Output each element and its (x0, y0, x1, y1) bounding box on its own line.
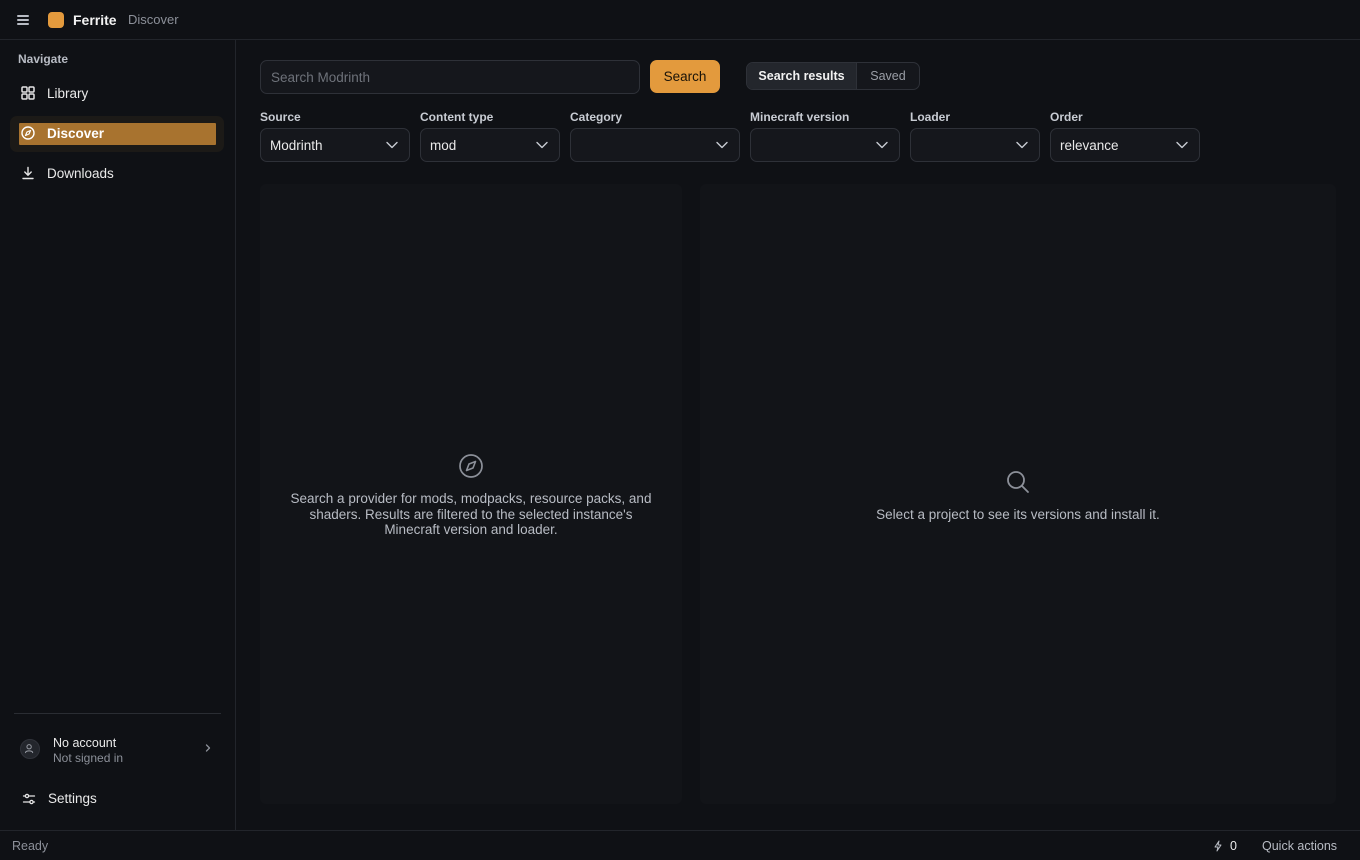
content-type-select[interactable]: mod (420, 128, 560, 162)
content-type-label: Content type (420, 110, 494, 124)
chevron-down-icon (1176, 141, 1188, 149)
bolt-icon (1214, 840, 1222, 852)
status-bar: Ready 0 Quick actions (0, 830, 1360, 860)
compass-icon (459, 454, 483, 478)
app-logo (48, 12, 64, 28)
account-status: Not signed in (53, 751, 124, 765)
select-value: mod (430, 138, 457, 153)
top-bar: Ferrite Discover (0, 0, 1360, 40)
divider (14, 713, 221, 714)
chevron-right-icon (205, 744, 211, 752)
download-icon (22, 166, 34, 180)
search-icon (1007, 471, 1029, 493)
chevron-down-icon (1016, 141, 1028, 149)
details-empty-message: Select a project to see its versions and… (876, 507, 1160, 522)
results-panel: Search a provider for mods, modpacks, re… (260, 184, 682, 804)
sidebar-item-discover[interactable]: Discover (10, 116, 224, 152)
status-text: Ready (12, 839, 49, 853)
sliders-icon (22, 793, 36, 805)
results-toggle: Search results Saved (746, 62, 920, 90)
chevron-down-icon (876, 141, 888, 149)
quick-actions-button[interactable]: Quick actions (1262, 839, 1337, 853)
account-name: No account (53, 736, 117, 750)
search-button[interactable]: Search (650, 60, 720, 93)
minecraft-version-select[interactable] (750, 128, 900, 162)
menu-icon[interactable] (16, 13, 32, 27)
sidebar: Navigate Library Discover Downloads No a… (0, 40, 236, 830)
chevron-down-icon (716, 141, 728, 149)
settings-label: Settings (48, 791, 97, 806)
tab-search-results[interactable]: Search results (747, 63, 857, 89)
user-icon (25, 744, 34, 754)
category-select[interactable] (570, 128, 740, 162)
sidebar-item-settings[interactable]: Settings (10, 782, 224, 816)
grid-icon (21, 86, 35, 100)
search-input[interactable] (260, 60, 640, 94)
loader-label: Loader (910, 110, 951, 124)
loader-select[interactable] (910, 128, 1040, 162)
task-count: 0 (1230, 839, 1237, 853)
select-value: relevance (1060, 138, 1119, 153)
minecraft-version-label: Minecraft version (750, 110, 850, 124)
app-name: Ferrite (73, 12, 117, 28)
chevron-down-icon (536, 141, 548, 149)
account-button[interactable]: No account Not signed in (10, 730, 224, 770)
breadcrumb: Discover (128, 12, 179, 27)
details-panel: Select a project to see its versions and… (700, 184, 1336, 804)
sidebar-item-label: Library (47, 86, 89, 101)
sidebar-item-library[interactable]: Library (10, 76, 224, 112)
source-label: Source (260, 110, 301, 124)
compass-icon (21, 126, 35, 140)
sidebar-item-label: Downloads (47, 166, 114, 181)
source-select[interactable]: Modrinth (260, 128, 410, 162)
order-select[interactable]: relevance (1050, 128, 1200, 162)
sidebar-item-label: Discover (47, 126, 105, 141)
avatar (20, 739, 40, 759)
tab-saved[interactable]: Saved (857, 63, 919, 89)
sidebar-item-downloads[interactable]: Downloads (10, 156, 224, 192)
order-label: Order (1050, 110, 1083, 124)
select-value: Modrinth (270, 138, 323, 153)
nav-heading: Navigate (18, 52, 69, 66)
chevron-down-icon (386, 141, 398, 149)
results-empty-message: Search a provider for mods, modpacks, re… (290, 491, 652, 537)
category-label: Category (570, 110, 623, 124)
